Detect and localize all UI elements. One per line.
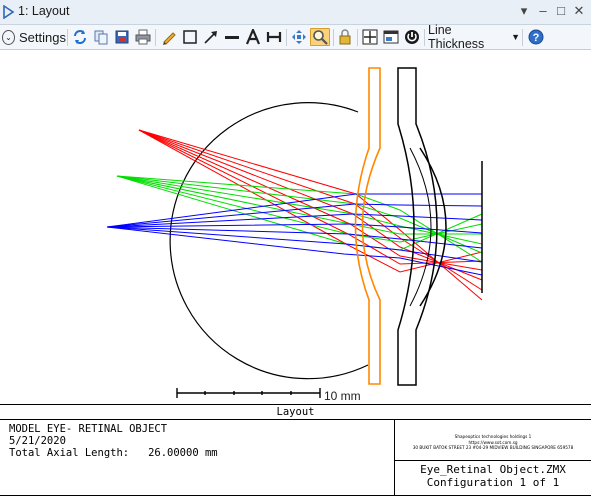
model-title: MODEL EYE- RETINAL OBJECT bbox=[9, 423, 168, 435]
info-text: MODEL EYE- RETINAL OBJECT 5/21/2020 Tota… bbox=[9, 423, 218, 459]
toolbar-separator bbox=[155, 29, 156, 46]
company-address: 30 BUKIT BATOK STREET 23 #04-29 MIDVIEW … bbox=[412, 445, 574, 450]
company-info: Shapeoptics technologies holdings 1 http… bbox=[395, 420, 591, 461]
maximize-button[interactable]: □ bbox=[553, 3, 569, 18]
file-name: Eye_Retinal Object.ZMX bbox=[420, 463, 566, 476]
rectangle-icon[interactable] bbox=[181, 28, 199, 46]
save-icon[interactable] bbox=[113, 28, 131, 46]
title-block: Shapeoptics technologies holdings 1 http… bbox=[394, 420, 591, 495]
title-bar: 1: Layout ▾ – □ ✕ bbox=[0, 0, 591, 25]
close-button[interactable]: ✕ bbox=[571, 3, 587, 19]
line-icon[interactable] bbox=[223, 28, 241, 46]
minimize-button[interactable]: – bbox=[535, 3, 551, 18]
line-thickness-dropdown[interactable]: Line Thickness ▼ bbox=[428, 23, 520, 51]
text-icon[interactable] bbox=[244, 28, 262, 46]
refresh-icon[interactable] bbox=[71, 28, 89, 46]
cornea bbox=[397, 67, 447, 386]
svg-text:?: ? bbox=[533, 32, 540, 44]
window-icon[interactable] bbox=[382, 28, 400, 46]
scale-bar-label: 10 mm bbox=[324, 389, 361, 403]
toolbar: ⌄ Settings Line Thickness ▼ ? bbox=[0, 23, 591, 51]
print-icon[interactable] bbox=[134, 28, 152, 46]
copy-icon[interactable] bbox=[92, 28, 110, 46]
scale-bar bbox=[176, 388, 321, 398]
line-thickness-label: Line Thickness bbox=[428, 23, 485, 51]
total-axial-length: Total Axial Length: 26.00000 mm bbox=[9, 447, 218, 459]
reset-icon[interactable] bbox=[403, 28, 421, 46]
dimension-icon[interactable] bbox=[265, 28, 283, 46]
chevron-down-icon: ▼ bbox=[511, 32, 520, 42]
toolbar-separator bbox=[333, 29, 334, 46]
toolbar-separator bbox=[67, 29, 68, 46]
layout-window-icon bbox=[3, 5, 15, 19]
toolbar-separator bbox=[522, 29, 523, 46]
toolbar-separator bbox=[357, 29, 358, 46]
configuration-label: Configuration 1 of 1 bbox=[426, 476, 560, 489]
arrow-icon[interactable] bbox=[202, 28, 220, 46]
settings-button[interactable]: ⌄ Settings bbox=[2, 28, 66, 46]
zoom-icon[interactable] bbox=[310, 28, 330, 46]
window-title: 1: Layout bbox=[18, 4, 70, 18]
pencil-icon[interactable] bbox=[160, 28, 178, 46]
pan-icon[interactable] bbox=[290, 28, 308, 46]
info-panel: MODEL EYE- RETINAL OBJECT 5/21/2020 Tota… bbox=[0, 420, 591, 496]
layout-plot bbox=[106, 67, 483, 398]
plot-caption: Layout bbox=[0, 404, 591, 420]
lock-icon[interactable] bbox=[336, 28, 354, 46]
date-label: 5/21/2020 bbox=[9, 435, 66, 447]
toolbar-separator bbox=[286, 29, 287, 46]
dropdown-icon[interactable]: ▾ bbox=[516, 3, 532, 19]
fit-icon[interactable] bbox=[361, 28, 379, 46]
settings-label: Settings bbox=[19, 29, 66, 45]
toolbar-separator bbox=[424, 29, 425, 46]
eye-globe bbox=[169, 102, 369, 380]
file-info: Eye_Retinal Object.ZMX Configuration 1 o… bbox=[395, 463, 591, 489]
help-icon[interactable]: ? bbox=[527, 28, 545, 46]
chevron-down-icon: ⌄ bbox=[2, 29, 16, 45]
